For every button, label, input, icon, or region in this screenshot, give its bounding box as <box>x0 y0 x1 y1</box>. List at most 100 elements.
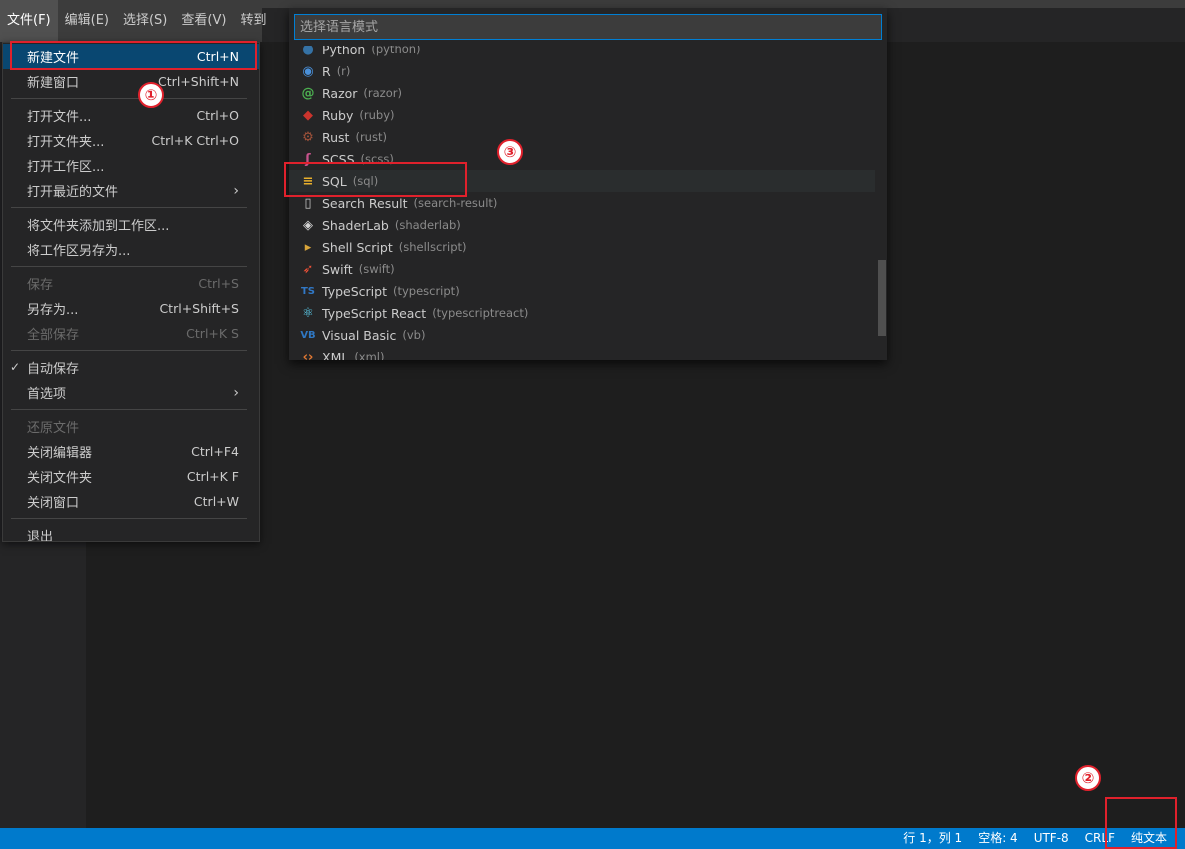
menu-item-label: 自动保存 <box>27 362 80 377</box>
swift-icon: ➶ <box>302 261 314 277</box>
menu-item-close-window[interactable]: 关闭窗口 Ctrl+W <box>3 489 259 514</box>
file-menu-dropdown: 新建文件 Ctrl+N 新建窗口 Ctrl+Shift+N 打开文件... Ct… <box>2 42 260 542</box>
menu-item-label: 保存 <box>27 278 54 293</box>
annotation-badge-2: ② <box>1075 765 1101 791</box>
menu-titles: 文件(F) 编辑(E) 选择(S) 查看(V) 转到 <box>0 0 273 42</box>
menu-item-revert-file[interactable]: 还原文件 <box>3 414 259 439</box>
react-icon: ⚛ <box>302 305 314 321</box>
language-id: (rust) <box>355 130 387 144</box>
menu-item-open-folder[interactable]: 打开文件夹... Ctrl+K Ctrl+O <box>3 128 259 153</box>
language-id: (swift) <box>358 262 395 276</box>
language-item-visual-basic[interactable]: VB Visual Basic (vb) <box>289 324 875 346</box>
file-icon: ▯ <box>304 195 312 211</box>
language-name: Visual Basic <box>322 327 397 343</box>
language-name: R <box>322 63 331 79</box>
language-id: (typescriptreact) <box>432 306 529 320</box>
annotation-box-new-file <box>10 41 257 70</box>
language-list: ● Python (python) ◉ R (r) @ Razor (razor) ◆ Ruby (r… <box>289 46 875 360</box>
menu-item-close-folder[interactable]: 关闭文件夹 Ctrl+K F <box>3 464 259 489</box>
menu-selection[interactable]: 选择(S) <box>116 0 174 42</box>
menu-item-save-as[interactable]: 另存为... Ctrl+Shift+S <box>3 296 259 321</box>
menu-item-preferences[interactable]: 首选项 › <box>3 380 259 405</box>
language-list-scrollbar-thumb[interactable] <box>878 260 886 336</box>
language-search-input[interactable] <box>294 14 882 40</box>
language-id: (xml) <box>354 350 385 360</box>
menu-item-label: 关闭文件夹 <box>27 471 93 486</box>
language-name: TypeScript React <box>322 305 427 321</box>
language-item-shell-script[interactable]: ▸ Shell Script (shellscript) <box>289 236 875 258</box>
menu-view[interactable]: 查看(V) <box>174 0 233 42</box>
menu-divider <box>11 518 247 519</box>
menu-item-open-file[interactable]: 打开文件... Ctrl+O <box>3 103 259 128</box>
menu-item-new-window[interactable]: 新建窗口 Ctrl+Shift+N <box>3 69 259 94</box>
language-item-rust[interactable]: ⚙ Rust (rust) <box>289 126 875 148</box>
menu-item-label: 全部保存 <box>27 328 80 343</box>
razor-icon: @ <box>301 85 315 101</box>
titlebar-strip <box>262 0 1185 8</box>
rust-icon: ⚙ <box>302 129 314 145</box>
menu-item-exit[interactable]: 退出 <box>3 523 259 542</box>
python-icon: ● <box>302 46 314 57</box>
language-name: Python <box>322 46 366 57</box>
menu-item-shortcut: Ctrl+K S <box>186 326 239 341</box>
language-id: (search-result) <box>413 196 498 210</box>
status-cursor-position[interactable]: 行 1，列 1 <box>895 828 970 849</box>
menu-item-label: 将工作区另存为... <box>27 244 131 259</box>
menu-item-label: 另存为... <box>27 303 79 318</box>
terminal-icon: ▸ <box>304 239 312 255</box>
language-item-typescript-react[interactable]: ⚛ TypeScript React (typescriptreact) <box>289 302 875 324</box>
annotation-badge-1: ① <box>138 82 164 108</box>
menu-file[interactable]: 文件(F) <box>0 0 58 42</box>
ts-icon: TS <box>300 285 316 297</box>
chevron-right-icon: › <box>233 182 239 199</box>
menu-divider <box>11 409 247 410</box>
status-bar: 行 1，列 1 空格: 4 UTF-8 CRLF 纯文本 <box>0 828 1185 849</box>
language-id: (shaderlab) <box>394 218 461 232</box>
menu-item-shortcut: Ctrl+S <box>198 276 239 291</box>
ruby-icon: ◆ <box>303 107 313 123</box>
menu-item-auto-save[interactable]: ✓ 自动保存 <box>3 355 259 380</box>
menu-item-label: 关闭窗口 <box>27 496 80 511</box>
menu-item-label: 新建窗口 <box>27 76 80 91</box>
menu-item-save-all[interactable]: 全部保存 Ctrl+K S <box>3 321 259 346</box>
language-item-typescript[interactable]: TS TypeScript (typescript) <box>289 280 875 302</box>
language-item-r[interactable]: ◉ R (r) <box>289 60 875 82</box>
status-indentation[interactable]: 空格: 4 <box>970 828 1026 849</box>
menu-item-label: 退出 <box>27 530 54 542</box>
language-item-swift[interactable]: ➶ Swift (swift) <box>289 258 875 280</box>
language-item-shaderlab[interactable]: ◈ ShaderLab (shaderlab) <box>289 214 875 236</box>
language-id: (typescript) <box>392 284 460 298</box>
language-item-ruby[interactable]: ◆ Ruby (ruby) <box>289 104 875 126</box>
menu-item-shortcut: Ctrl+K F <box>186 469 239 484</box>
annotation-badge-3: ③ <box>497 139 523 165</box>
menu-item-save[interactable]: 保存 Ctrl+S <box>3 271 259 296</box>
vb-icon: VB <box>300 329 316 341</box>
language-item-razor[interactable]: @ Razor (razor) <box>289 82 875 104</box>
menu-item-label: 打开工作区... <box>27 160 105 175</box>
menu-item-label: 打开文件... <box>27 110 92 125</box>
menu-item-shortcut: Ctrl+F4 <box>191 444 239 459</box>
menu-item-close-editor[interactable]: 关闭编辑器 Ctrl+F4 <box>3 439 259 464</box>
menu-go[interactable]: 转到 <box>233 0 273 42</box>
chevron-right-icon: › <box>233 384 239 401</box>
language-id: (vb) <box>402 328 426 342</box>
menu-item-open-workspace[interactable]: 打开工作区... <box>3 153 259 178</box>
status-encoding[interactable]: UTF-8 <box>1026 828 1077 849</box>
unity-icon: ◈ <box>303 217 313 233</box>
menu-divider <box>11 98 247 99</box>
menu-item-save-workspace-as[interactable]: 将工作区另存为... <box>3 237 259 262</box>
language-item-xml[interactable]: ‹› XML (xml) <box>289 346 875 361</box>
menu-item-label: 还原文件 <box>27 421 80 436</box>
menu-edit[interactable]: 编辑(E) <box>58 0 116 42</box>
language-id: (r) <box>336 64 351 78</box>
menu-divider <box>11 207 247 208</box>
checkmark-icon: ✓ <box>10 360 21 374</box>
language-list-items: ● Python (python) ◉ R (r) @ Razor (razor) ◆ Ruby (r… <box>289 46 875 360</box>
menu-item-shortcut: Ctrl+K Ctrl+O <box>151 133 239 148</box>
menu-item-shortcut: Ctrl+O <box>196 108 239 123</box>
r-icon: ◉ <box>302 63 314 79</box>
language-name: TypeScript <box>322 283 387 299</box>
language-item-python[interactable]: ● Python (python) <box>289 46 875 60</box>
menu-item-open-recent[interactable]: 打开最近的文件 › <box>3 178 259 203</box>
menu-item-add-folder-to-workspace[interactable]: 将文件夹添加到工作区... <box>3 212 259 237</box>
